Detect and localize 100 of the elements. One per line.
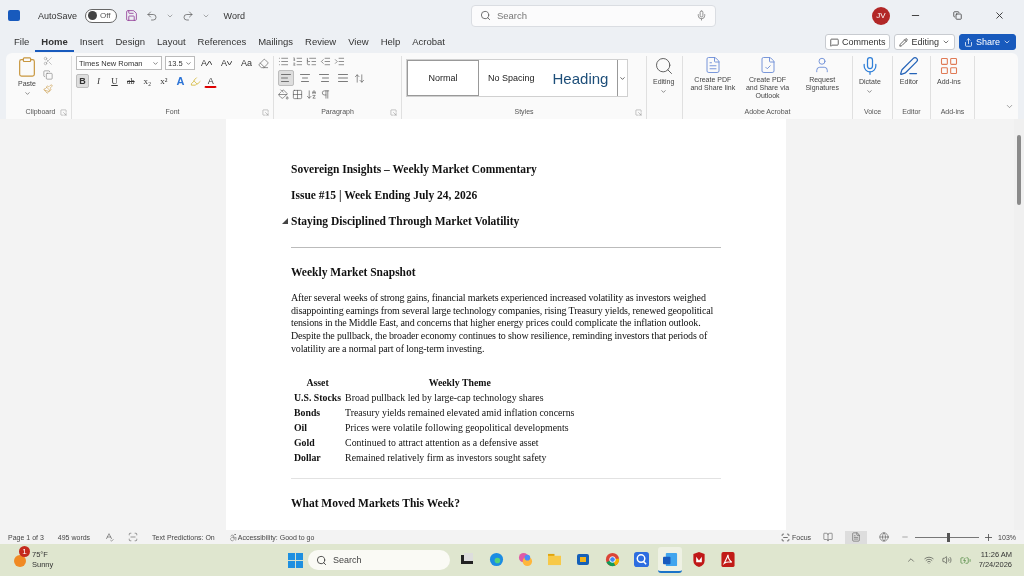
grow-font-button[interactable]: A: [198, 56, 215, 70]
notification-badge: 1: [19, 546, 30, 557]
search-field[interactable]: Search: [470, 4, 716, 27]
section-heading: What Moved Markets This Week?: [291, 496, 461, 509]
pdf-icon: [721, 551, 735, 567]
close-icon: [993, 10, 1005, 21]
battery-icon[interactable]: [959, 554, 971, 566]
format-button[interactable]: x₂: [140, 74, 155, 88]
taskbar-search-field[interactable]: Search: [308, 550, 450, 570]
clear-formatting-icon[interactable]: [258, 57, 270, 69]
bullets-icon[interactable]: [278, 56, 289, 67]
ribbon-tab[interactable]: Mailings: [252, 32, 300, 52]
align-left-icon: [280, 72, 292, 84]
collapse-ribbon-icon[interactable]: [1005, 102, 1014, 111]
ribbon-tab[interactable]: Acrobat: [406, 32, 451, 52]
shrink-font-button[interactable]: A: [218, 56, 236, 70]
ribbon-tab[interactable]: Design: [109, 32, 152, 52]
table-cell-text: Continued to attract attention as a defensive asset: [344, 435, 540, 450]
search-icon: [653, 56, 674, 76]
issue-line: Issue #15 | Week Ending July 24, 2026: [291, 189, 479, 201]
align-button[interactable]: [278, 70, 294, 86]
sort-icon[interactable]: [306, 89, 317, 100]
show-hidden-icons-icon[interactable]: [905, 555, 916, 565]
table-cell-text: Prices were volatile following geopolitical developments: [344, 420, 570, 435]
format-button[interactable]: U: [108, 74, 121, 88]
document-check-icon: [758, 56, 777, 74]
pencil-icon: [899, 37, 909, 47]
share-icon: [963, 37, 973, 47]
store-icon: [576, 552, 590, 566]
dialog-launcher-icon[interactable]: [635, 109, 642, 116]
ribbon-tab[interactable]: Help: [374, 32, 407, 52]
user-avatar[interactable]: JV: [872, 6, 890, 25]
highlighter-icon[interactable]: [190, 75, 202, 87]
caret-icon: [866, 88, 874, 96]
line-spacing-icon[interactable]: [354, 72, 365, 84]
ribbon-tab[interactable]: Review: [299, 32, 343, 52]
body-paragraph: After several weeks of strong gains, financial markets experienced increased volatility as investors weighed disappointing earnings from several large technology companies, rising Treasury yields, renewed geopolitical tensions in the Middle East, and concerns that higher energy prices could complicate the inflation outlook. Despite the pullback, the broader economy continues to show resilience, reminding investors that periods of volatility are a normal part of long-term investing.: [291, 292, 715, 356]
format-button[interactable]: ab: [124, 74, 138, 88]
read-mode-icon: [823, 532, 834, 542]
task-view-icon: [460, 552, 474, 566]
undo-icon[interactable]: [145, 9, 158, 22]
text-effects-button[interactable]: A: [173, 74, 188, 88]
styles-more-button[interactable]: [617, 60, 628, 96]
ribbon-tab[interactable]: Layout: [151, 32, 192, 52]
multilevel-list-icon[interactable]: [306, 56, 317, 67]
display-settings-icon[interactable]: [128, 532, 139, 542]
collapse-triangle-icon[interactable]: [282, 218, 288, 224]
decrease-indent-icon[interactable]: [320, 56, 331, 67]
pen-icon: [899, 56, 919, 76]
format-button[interactable]: B: [76, 74, 89, 88]
shading-icon[interactable]: [278, 89, 289, 100]
column-header: Weekly Theme: [427, 375, 492, 390]
editing-mode-button[interactable]: Editing: [894, 34, 955, 50]
print-layout-button[interactable]: [845, 530, 868, 544]
increase-indent-icon[interactable]: [334, 56, 345, 67]
align-justify-icon: [337, 72, 349, 84]
start-icon[interactable]: [288, 552, 303, 568]
copy-icon[interactable]: [43, 70, 53, 80]
table-cell-text: Broad pullback led by large-cap technology shares: [344, 390, 545, 405]
share-button[interactable]: Share: [958, 34, 1016, 50]
cut-icon[interactable]: [43, 56, 53, 66]
browser-icon: [488, 551, 504, 567]
ribbon-tab[interactable]: Insert: [73, 32, 110, 52]
autosave-toggle[interactable]: Off: [85, 8, 117, 23]
dialog-launcher-icon[interactable]: [60, 109, 67, 116]
numbering-icon[interactable]: [292, 56, 303, 67]
caret-icon: [941, 38, 950, 46]
format-painter-icon[interactable]: [43, 84, 53, 94]
save-icon[interactable]: [124, 9, 138, 22]
borders-icon[interactable]: [292, 89, 303, 100]
table-cell-text: Bonds: [293, 405, 322, 420]
ribbon-tab[interactable]: References: [191, 32, 253, 52]
column-header: Asset: [305, 375, 330, 390]
format-button[interactable]: x²: [157, 74, 171, 88]
table-cell-text: U.S. Stocks: [293, 390, 343, 405]
word-logo-icon: [8, 10, 20, 21]
font-color-button[interactable]: A: [204, 74, 218, 88]
dialog-launcher-icon[interactable]: [262, 109, 269, 116]
table-cell-text: Treasury yields remained elevated amid inflation concerns: [344, 405, 576, 420]
ribbon-tab[interactable]: File: [8, 32, 36, 52]
redo-icon[interactable]: [181, 9, 194, 22]
taskbar-app-button[interactable]: [658, 547, 682, 573]
zoom-in-icon[interactable]: [985, 533, 993, 541]
proofing-icon[interactable]: [104, 532, 115, 542]
change-case-button[interactable]: Aa: [238, 56, 256, 70]
volume-icon[interactable]: [941, 555, 952, 565]
wifi-icon[interactable]: [923, 555, 934, 565]
dialog-launcher-icon[interactable]: [390, 109, 397, 116]
search-icon: [316, 554, 327, 566]
zoom-slider-thumb[interactable]: [947, 532, 951, 542]
format-button[interactable]: I: [92, 74, 105, 88]
style-option[interactable]: Normal: [407, 60, 479, 96]
ribbon-tab[interactable]: View: [342, 32, 375, 52]
pilcrow-icon[interactable]: [320, 89, 331, 100]
document-title: Sovereign Insights – Weekly Market Commentary: [291, 163, 538, 175]
autosave-label: AutoSave: [38, 10, 78, 21]
accessibility-icon[interactable]: [228, 532, 238, 542]
restore-icon: [952, 11, 962, 20]
comments-button[interactable]: Comments: [824, 34, 891, 50]
weather-sun-icon[interactable]: [12, 552, 28, 568]
